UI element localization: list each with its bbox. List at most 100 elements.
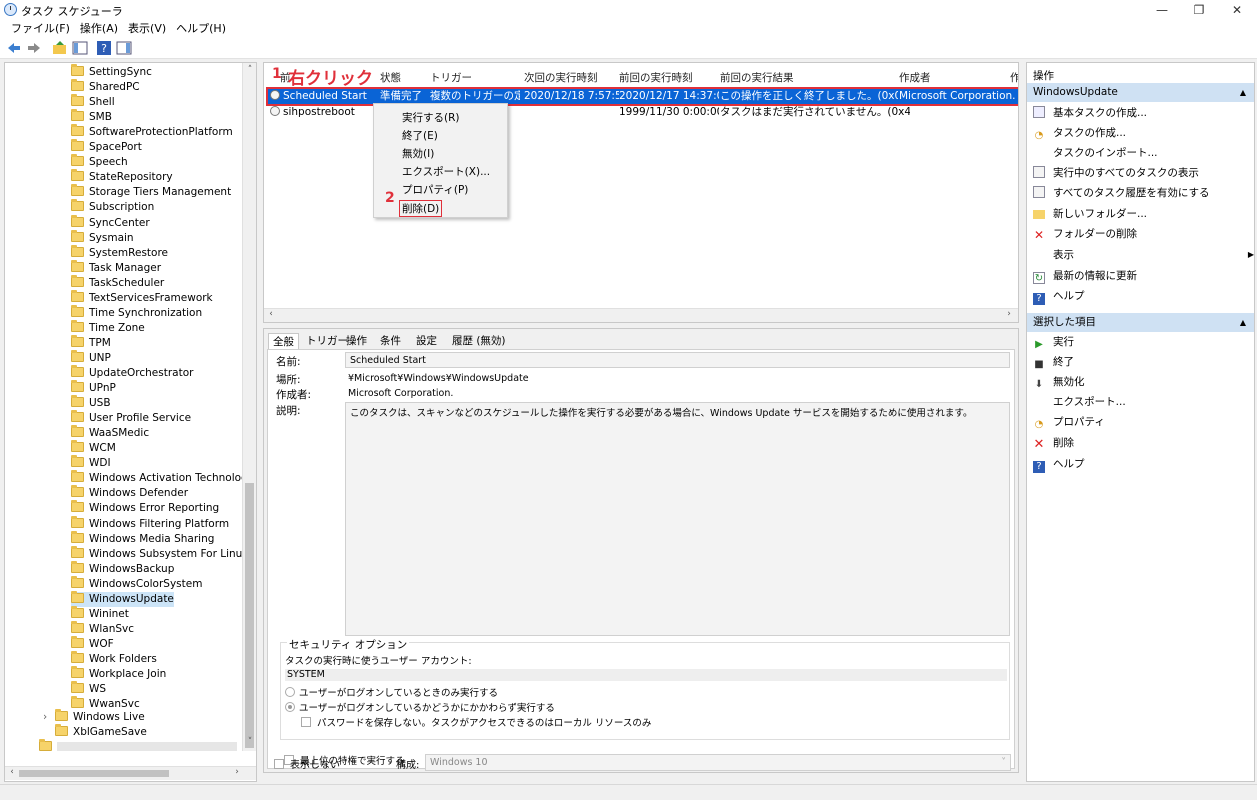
minimize-button[interactable]: — — [1145, 0, 1179, 20]
col-last-run[interactable]: 前回の実行時刻 — [619, 70, 693, 85]
section-windowsupdate[interactable]: WindowsUpdate ▲ — [1027, 83, 1254, 102]
action-new-folder[interactable]: 新しいフォルダー... — [1033, 206, 1147, 222]
action-help-selected[interactable]: ? ヘルプ — [1033, 456, 1085, 473]
checkbox-icon[interactable] — [274, 759, 284, 769]
tree-item[interactable]: Workplace Join — [71, 666, 166, 682]
tab-settings[interactable]: 設定 — [412, 333, 441, 349]
chevron-right-icon[interactable]: › — [43, 710, 55, 725]
tree-item[interactable]: Windows Error Reporting — [71, 500, 219, 516]
close-button[interactable]: ✕ — [1220, 0, 1254, 20]
tree-item[interactable]: Windows Subsystem For Linux — [71, 545, 249, 562]
tree-item[interactable]: Work Folders — [71, 650, 157, 667]
tree-horizontal-scrollbar[interactable]: ‹ › — [5, 766, 256, 780]
action-help[interactable]: ? ヘルプ — [1033, 288, 1085, 305]
show-hide-tree-icon[interactable] — [72, 40, 88, 56]
radio-selected-icon[interactable] — [285, 702, 295, 712]
tab-conditions[interactable]: 条件 — [376, 333, 405, 349]
action-export[interactable]: エクスポート... — [1033, 394, 1126, 410]
tree-item[interactable]: User Profile Service — [71, 410, 191, 426]
name-field[interactable]: Scheduled Start — [345, 352, 1010, 368]
tree-item[interactable]: WindowsBackup — [71, 560, 174, 577]
checkbox-no-password[interactable]: パスワードを保存しない。タスクがアクセスできるのはローカル リソースのみ — [301, 715, 651, 729]
tree-item-hidden[interactable] — [39, 739, 237, 755]
scroll-up-icon[interactable]: ˄ — [243, 65, 256, 75]
tree-item[interactable]: SoftwareProtectionPlatform — [71, 124, 233, 140]
show-hide-action-pane-icon[interactable] — [116, 40, 132, 56]
tree-item[interactable]: Time Synchronization — [71, 304, 202, 321]
col-last-result[interactable]: 前回の実行結果 — [720, 70, 794, 85]
tree-item[interactable]: Windows Media Sharing — [71, 530, 214, 547]
tree-item[interactable]: Shell — [71, 94, 115, 110]
tree-item[interactable]: Wininet — [71, 605, 129, 622]
tree-item[interactable]: TaskScheduler — [71, 274, 164, 291]
tree-item[interactable]: UpdateOrchestrator — [71, 365, 193, 381]
col-trigger[interactable]: トリガー — [430, 70, 472, 85]
tasklist-horizontal-scrollbar[interactable]: ‹ › — [264, 308, 1018, 322]
scroll-down-icon[interactable]: ˅ — [243, 737, 256, 747]
tab-general[interactable]: 全般 — [268, 333, 299, 349]
menu-item-export[interactable]: エクスポート(X)... — [402, 164, 490, 179]
tree-item[interactable]: WCM — [71, 440, 116, 456]
maximize-button[interactable]: ❐ — [1182, 0, 1216, 20]
radio-whether-logged-on[interactable]: ユーザーがログオンしているかどうかにかかわらず実行する — [285, 700, 555, 714]
action-end[interactable]: ■ 終了 — [1033, 354, 1074, 370]
tree-item[interactable]: SharedPC — [71, 79, 140, 95]
tree-item[interactable]: SystemRestore — [71, 244, 168, 261]
menu-view[interactable]: 表示(V) — [123, 20, 171, 37]
menu-item-disable[interactable]: 無効(I) — [402, 146, 434, 161]
collapse-icon[interactable]: ▲ — [1240, 313, 1246, 332]
tree-item[interactable]: Sysmain — [71, 229, 134, 246]
action-delete[interactable]: ✕ 削除 — [1033, 435, 1074, 451]
tree-item[interactable]: SyncCenter — [71, 214, 150, 231]
tree-item[interactable]: UNP — [71, 349, 111, 366]
scroll-left-icon[interactable]: ‹ — [264, 309, 278, 319]
tree-item[interactable]: WOF — [71, 635, 114, 652]
tree-item-xblgamesave[interactable]: XblGameSave — [55, 724, 147, 740]
scroll-right-icon[interactable]: › — [230, 767, 244, 777]
chevron-down-icon[interactable]: ˅ — [1001, 755, 1006, 770]
scroll-thumb[interactable] — [19, 770, 169, 777]
menu-item-run[interactable]: 実行する(R) — [402, 110, 460, 125]
tree-item[interactable]: WS — [71, 681, 106, 697]
menu-file[interactable]: ファイル(F) — [6, 20, 75, 37]
action-run[interactable]: ▶ 実行 — [1033, 334, 1074, 350]
tree-item[interactable]: WlanSvc — [71, 620, 134, 637]
col-status[interactable]: 状態 — [380, 70, 401, 85]
scroll-left-icon[interactable]: ‹ — [5, 767, 19, 777]
tree-item[interactable]: WindowsColorSystem — [71, 575, 202, 592]
menu-help[interactable]: ヘルプ(H) — [171, 20, 231, 37]
radio-logged-on-only[interactable]: ユーザーがログオンしているときのみ実行する — [285, 685, 498, 699]
config-select[interactable]: Windows 10 ˅ — [425, 754, 1011, 771]
checkbox-icon[interactable] — [301, 717, 311, 727]
action-view[interactable]: 表示 ▶ — [1033, 247, 1254, 263]
tree-item[interactable]: StateRepository — [71, 169, 173, 185]
description-field[interactable]: このタスクは、スキャンなどのスケジュールした操作を実行する必要がある場合に、Wi… — [345, 402, 1010, 636]
tab-actions[interactable]: 操作 — [342, 333, 371, 349]
collapse-icon[interactable]: ▲ — [1240, 83, 1246, 102]
tree-item[interactable]: WDI — [71, 455, 111, 471]
action-enable-history[interactable]: すべてのタスク履歴を有効にする — [1033, 185, 1209, 201]
tree-item[interactable]: USB — [71, 395, 111, 411]
menu-item-end[interactable]: 終了(E) — [402, 128, 438, 143]
menu-item-properties[interactable]: プロパティ(P) — [402, 182, 468, 197]
tree-item[interactable]: Windows Activation Technologies — [71, 470, 256, 486]
menu-item-delete[interactable]: 削除(D) — [399, 200, 443, 217]
tree-item[interactable]: Windows Filtering Platform — [71, 515, 229, 532]
action-create-basic-task[interactable]: 基本タスクの作成... — [1033, 105, 1147, 121]
tree-item[interactable]: SettingSync — [71, 64, 152, 80]
action-delete-folder[interactable]: ✕ フォルダーの削除 — [1033, 226, 1137, 242]
tree-item[interactable]: Windows Defender — [71, 485, 188, 501]
folder-tree[interactable]: SettingSync SharedPC Shell SMB SoftwareProte… — [4, 62, 257, 782]
tree-item-windows-live[interactable]: › Windows Live — [43, 709, 145, 725]
table-row[interactable]: Scheduled Start 準備完了 複数のトリガーの定義 2020/12/… — [266, 87, 1018, 106]
action-show-running-tasks[interactable]: 実行中のすべてのタスクの表示 — [1033, 165, 1199, 181]
tree-item[interactable]: Storage Tiers Management — [71, 184, 231, 200]
col-author[interactable]: 作成者 — [899, 70, 931, 85]
col-extra[interactable]: 作 — [1010, 70, 1018, 85]
tree-item[interactable]: WaaSMedic — [71, 425, 149, 441]
tree-item[interactable]: Speech — [71, 154, 128, 170]
tab-history[interactable]: 履歴 (無効) — [448, 333, 510, 349]
forward-arrow-icon[interactable] — [26, 40, 42, 56]
tree-item[interactable]: WindowsUpdate — [71, 590, 174, 607]
tree-item[interactable]: SMB — [71, 109, 112, 125]
